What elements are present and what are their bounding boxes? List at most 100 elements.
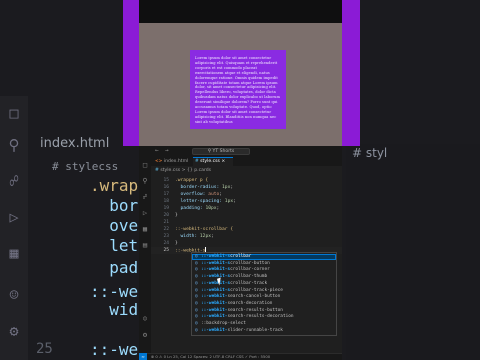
line-number: 15: [163, 178, 169, 183]
status-bar: ≈ ⊗ 0 ⚠ 0 Ln 25, Col 12 Spaces: 2 UTF-8 …: [139, 353, 342, 360]
suggestion-label: ::-webkit-search-decoration: [201, 300, 273, 306]
suggestion-item[interactable]: ◎::-webkit-scrollbar: [192, 254, 336, 261]
property-icon: ◎: [195, 300, 198, 306]
search-icon: ⚲: [8, 136, 20, 154]
suggestion-item[interactable]: ◎::-webkit-scrollbar-thumb: [192, 274, 336, 280]
code-line[interactable]: 24}: [151, 240, 342, 247]
line-number: 22: [163, 227, 169, 232]
code-text: letter-spacing: 1px;: [175, 199, 236, 204]
suggestion-item[interactable]: ◎::-webkit-search-decoration: [192, 301, 336, 307]
remote-indicator-icon[interactable]: ≈: [139, 353, 147, 360]
background-activity-bar: □ ⚲ ☍ ▷ ▦ ☺ ⚙: [0, 96, 28, 360]
suggestion-label: ::-webkit-scrollbar-track: [201, 280, 268, 286]
tab-label: index.html: [163, 159, 189, 164]
autocomplete-suggestions[interactable]: ◎::-webkit-scrollbar ◎::-webkit-scrollbar…: [191, 252, 337, 336]
source-control-icon: ☍: [9, 172, 19, 190]
extensions-icon[interactable]: ▦: [141, 225, 149, 233]
code-text: ::-webkit-scrollbar {: [175, 227, 234, 232]
account-icon: ☺: [9, 286, 19, 304]
breadcrumb-symbol[interactable]: {} p.cards: [187, 168, 211, 173]
explorer-icon: □: [9, 104, 19, 122]
vscode-editor-window: ← → ⚲ YT Shorts □ ⚲ ☍ ▷ ▦ ▤ ☺ ⚙ <> index…: [139, 146, 342, 360]
code-line[interactable]: 22::-webkit-scrollbar {: [151, 226, 342, 233]
property-icon: ◎: [195, 274, 198, 280]
code-line[interactable]: 18 letter-spacing: 1px;: [151, 198, 342, 205]
property-icon: ◎: [195, 314, 198, 320]
property-icon: ◎: [195, 321, 198, 326]
code-line[interactable]: 20}: [151, 212, 342, 219]
code-text: }: [175, 213, 178, 218]
code-line[interactable]: 16 border-radius: 1px;: [151, 184, 342, 191]
breadcrumb-separator: >: [181, 168, 186, 173]
explorer-icon[interactable]: □: [141, 161, 149, 169]
tab-index-html[interactable]: <> index.html: [155, 157, 191, 166]
property-icon: ◎: [195, 307, 198, 313]
line-number: 19: [163, 206, 169, 211]
line-number: 16: [163, 185, 169, 190]
property-icon: ◎: [195, 267, 198, 273]
background-breadcrumb: # stylecss: [52, 160, 119, 173]
search-icon[interactable]: ⚲: [141, 177, 149, 185]
suggestion-item[interactable]: ◎::-webkit-search-results-button: [192, 308, 336, 314]
back-arrow-icon[interactable]: ←: [155, 147, 159, 154]
account-icon[interactable]: ☺: [141, 315, 149, 323]
property-icon: ◎: [195, 327, 198, 333]
background-line-number: 25: [36, 341, 53, 357]
search-label: YT Shorts: [212, 149, 235, 154]
activity-bar: □ ⚲ ☍ ▷ ▦ ▤ ☺ ⚙: [139, 157, 151, 353]
forward-arrow-icon[interactable]: →: [165, 147, 169, 154]
suggestion-label: ::-webkit-search-results-decoration: [201, 314, 294, 320]
run-debug-icon: ▷: [9, 208, 19, 226]
property-icon: ◎: [195, 287, 198, 293]
command-center-search[interactable]: ⚲ YT Shorts: [192, 148, 250, 155]
breadcrumb-file[interactable]: style.css: [160, 168, 180, 173]
suggestion-label: ::-webkit-scrollbar-track-piece: [201, 287, 283, 293]
code-text: .wrapper p {: [175, 178, 209, 183]
purple-background-left: [123, 0, 139, 146]
source-control-icon[interactable]: ☍: [141, 193, 149, 201]
close-icon[interactable]: ×: [221, 159, 225, 164]
line-number: 18: [163, 199, 169, 204]
property-icon: ◎: [195, 294, 198, 300]
suggestion-item[interactable]: ◎::-webkit-scrollbar-track: [192, 281, 336, 287]
code-line[interactable]: 19 padding: 10px;: [151, 205, 342, 212]
suggestion-label: ::-webkit-search-results-button: [201, 307, 283, 313]
line-number: 24: [163, 241, 169, 246]
editor-tabs: <> index.html # style.css ×: [151, 157, 342, 166]
remote-explorer-icon[interactable]: ▤: [141, 241, 149, 249]
code-line[interactable]: 21: [151, 219, 342, 226]
suggestion-label: ::-webkit-scrollbar-corner: [201, 267, 270, 273]
tab-style-css[interactable]: # style.css ×: [193, 157, 233, 166]
line-number: 23: [163, 234, 169, 239]
run-debug-icon[interactable]: ▷: [141, 209, 149, 217]
suggestion-label: ::-webkit-search-cancel-button: [201, 294, 281, 300]
tab-label: style.css: [200, 159, 220, 164]
suggestion-item[interactable]: ◎::-webkit-scrollbar-corner: [192, 267, 336, 273]
html-file-icon: <>: [155, 159, 163, 164]
property-icon: ◎: [195, 280, 198, 286]
browser-preview: Lorem ipsum dolor sit amet consectetur a…: [139, 0, 342, 146]
suggestion-label: ::-webkit-scrollbar-thumb: [201, 274, 268, 280]
title-bar: ← → ⚲ YT Shorts: [139, 146, 342, 157]
suggestion-item[interactable]: ◎::backdrop-select: [192, 321, 336, 327]
code-line[interactable]: 15 .wrapper p {: [151, 177, 342, 184]
preview-top-bar: [139, 0, 342, 23]
line-number: 21: [163, 220, 169, 225]
code-line[interactable]: 17 overflow: auto;: [151, 191, 342, 198]
background-tab-index-html: index.html: [40, 136, 110, 151]
suggestion-item[interactable]: ◎::-webkit-slider-runnable-track: [192, 328, 336, 334]
suggestion-label: ::-webkit-slider-runnable-track: [201, 327, 283, 333]
suggestion-item[interactable]: ◎::-webkit-scrollbar-track-piece: [192, 288, 336, 294]
suggestion-item[interactable]: ◎::-webkit-search-cancel-button: [192, 294, 336, 300]
property-icon: ◎: [195, 260, 198, 266]
suggestion-item[interactable]: ◎::-webkit-search-results-decoration: [192, 314, 336, 320]
background-right-pane: [346, 144, 480, 360]
paragraph-text: Lorem ipsum dolor sit amet consectetur a…: [195, 56, 281, 124]
scroll-paragraph-box[interactable]: Lorem ipsum dolor sit amet consectetur a…: [190, 50, 286, 129]
code-line[interactable]: 23 width: 12px;: [151, 233, 342, 240]
breadcrumb: # style.css > {} p.cards: [155, 168, 211, 173]
status-text: ⊗ 0 ⚠ 0 Ln 25, Col 12 Spaces: 2 UTF-8 CR…: [151, 354, 271, 359]
code-text: }: [175, 241, 178, 246]
settings-gear-icon[interactable]: ⚙: [141, 331, 149, 339]
css-file-icon: #: [155, 168, 159, 173]
